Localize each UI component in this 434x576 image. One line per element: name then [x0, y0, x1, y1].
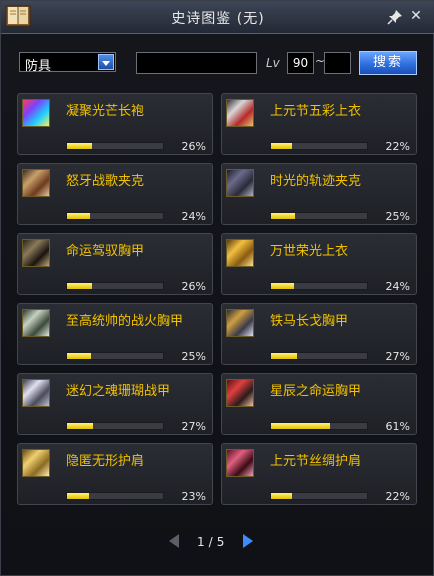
progress-percent: 22% — [385, 490, 410, 503]
silk-shoulder-icon — [226, 449, 254, 477]
item-card[interactable]: 上元节丝绸护肩 22% — [221, 443, 417, 505]
progress-bar — [270, 142, 368, 150]
title-bar[interactable]: 史诗图鉴 (无) ✕ — [1, 1, 434, 34]
progress-bar — [270, 352, 368, 360]
item-name: 万世荣光上衣 — [270, 244, 349, 259]
total-pages: 5 — [216, 535, 225, 549]
progress-bar — [66, 422, 164, 430]
progress-percent: 24% — [385, 280, 410, 293]
item-name: 时光的轨迹夹克 — [270, 174, 362, 189]
progress-bar — [270, 212, 368, 220]
item-card[interactable]: 星辰之命运胸甲 61% — [221, 373, 417, 435]
item-name: 上元节五彩上衣 — [270, 104, 362, 119]
item-card[interactable]: 至高统帅的战火胸甲 25% — [17, 303, 213, 365]
chest-armor-icon — [22, 239, 50, 267]
type-select[interactable]: 防具 — [19, 52, 116, 74]
chevron-down-icon[interactable] — [98, 54, 114, 70]
star-armor-icon — [226, 379, 254, 407]
progress-percent: 22% — [385, 140, 410, 153]
progress-bar — [270, 422, 368, 430]
item-name: 迷幻之魂珊瑚战甲 — [66, 384, 171, 399]
progress-bar — [66, 142, 164, 150]
item-name: 怒牙战歌夹克 — [66, 174, 145, 189]
item-card[interactable]: 迷幻之魂珊瑚战甲 27% — [17, 373, 213, 435]
item-card[interactable]: 上元节五彩上衣 22% — [221, 93, 417, 155]
progress-percent: 25% — [385, 210, 410, 223]
item-name: 上元节丝绸护肩 — [270, 454, 362, 469]
item-card[interactable]: 命运驾驭胸甲 26% — [17, 233, 213, 295]
page-indicator: 1/5 — [197, 535, 224, 549]
progress-bar — [66, 492, 164, 500]
current-page: 1 — [197, 535, 205, 549]
item-name: 铁马长戈胸甲 — [270, 314, 349, 329]
progress-percent: 26% — [181, 280, 206, 293]
coral-armor-icon — [22, 379, 50, 407]
name-search-input[interactable] — [136, 52, 257, 74]
glory-top-icon — [226, 239, 254, 267]
progress-percent: 23% — [181, 490, 206, 503]
type-select-value: 防具 — [25, 59, 52, 74]
item-card[interactable]: 万世荣光上衣 24% — [221, 233, 417, 295]
level-min-input[interactable]: 90 — [287, 52, 314, 74]
item-card[interactable]: 隐匿无形护肩 23% — [17, 443, 213, 505]
progress-bar — [270, 492, 368, 500]
item-card[interactable]: 时光的轨迹夹克 25% — [221, 163, 417, 225]
next-page-icon[interactable] — [239, 532, 257, 550]
iron-armor-icon — [226, 309, 254, 337]
window-title: 史诗图鉴 (无) — [171, 11, 265, 27]
filter-bar: 防具 Lv 90 ~ 搜索 — [1, 46, 434, 78]
progress-percent: 27% — [385, 350, 410, 363]
item-card[interactable]: 怒牙战歌夹克 24% — [17, 163, 213, 225]
progress-bar — [66, 352, 164, 360]
festival-jacket-icon — [226, 99, 254, 127]
progress-percent: 26% — [181, 140, 206, 153]
shoulder-icon — [22, 449, 50, 477]
codex-window: 史诗图鉴 (无) ✕ 防具 Lv 90 ~ 搜索 凝聚光芒长袍 26% 上元节五… — [0, 0, 434, 576]
progress-bar — [66, 282, 164, 290]
progress-percent: 25% — [181, 350, 206, 363]
progress-percent: 27% — [181, 420, 206, 433]
item-name: 星辰之命运胸甲 — [270, 384, 362, 399]
previous-page-icon[interactable] — [165, 532, 183, 550]
progress-bar — [66, 212, 164, 220]
page-separator: / — [208, 535, 213, 549]
level-max-input[interactable] — [324, 52, 351, 74]
robe-icon — [22, 99, 50, 127]
leather-jacket-icon — [22, 169, 50, 197]
item-name: 凝聚光芒长袍 — [66, 104, 145, 119]
item-name: 隐匿无形护肩 — [66, 454, 145, 469]
progress-percent: 24% — [181, 210, 206, 223]
search-button[interactable]: 搜索 — [359, 51, 417, 75]
item-name: 至高统帅的战火胸甲 — [66, 314, 184, 329]
item-card[interactable]: 凝聚光芒长袍 26% — [17, 93, 213, 155]
pin-icon[interactable] — [387, 9, 403, 25]
close-icon[interactable]: ✕ — [409, 9, 423, 23]
time-jacket-icon — [226, 169, 254, 197]
progress-bar — [270, 282, 368, 290]
commander-armor-icon — [22, 309, 50, 337]
pagination: 1/5 — [1, 532, 434, 554]
item-card[interactable]: 铁马长戈胸甲 27% — [221, 303, 417, 365]
item-name: 命运驾驭胸甲 — [66, 244, 145, 259]
level-label: Lv — [266, 56, 280, 70]
progress-percent: 61% — [385, 420, 410, 433]
